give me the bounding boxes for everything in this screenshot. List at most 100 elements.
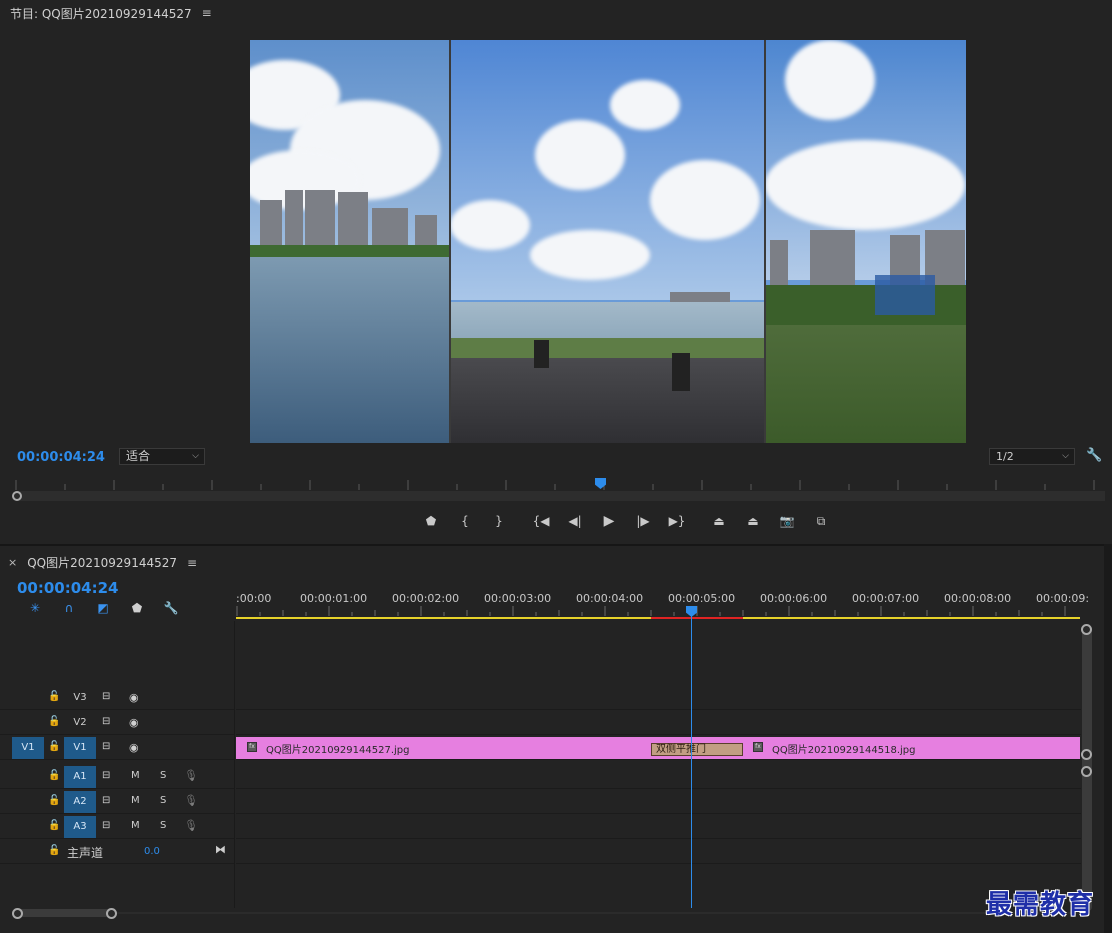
playback-resolution-select[interactable]: 1/2 ⌵ <box>989 448 1075 465</box>
timeline-playhead-timecode[interactable]: 00:00:04:24 <box>17 579 119 597</box>
go-to-out-icon[interactable]: ▶} <box>660 514 694 528</box>
mark-out-icon[interactable]: } <box>482 514 516 528</box>
program-monitor: 节目: QQ图片20210929144527 ≡ 00:00:04:24 适合 … <box>0 0 1112 541</box>
snap-magnet-icon[interactable]: ∩ <box>52 601 86 615</box>
video-panel-left <box>250 40 450 443</box>
wrench-icon[interactable]: 🔧 <box>154 601 188 615</box>
mute-button[interactable]: M <box>131 820 140 831</box>
monitor-time-ruler[interactable] <box>10 476 1105 490</box>
eye-icon[interactable]: ◉ <box>129 716 139 729</box>
transition-clip[interactable]: 双侧平推门 <box>651 743 743 756</box>
scroll-handle-mid[interactable] <box>1081 749 1092 760</box>
track-header-a1[interactable]: 🔓 A1 ⊟ M S 🎙 <box>0 765 234 789</box>
scroll-handle-top[interactable] <box>1081 624 1092 635</box>
hscroll-handle-left[interactable] <box>12 908 23 919</box>
fit-zoom-value: 适合 <box>126 449 151 463</box>
clip-name: QQ图片20210929144527.jpg <box>266 745 410 756</box>
track-name[interactable]: V2 <box>64 712 96 734</box>
compare-icon[interactable]: ⧉ <box>804 514 838 529</box>
wrench-icon[interactable]: 🔧 <box>1086 448 1102 463</box>
close-icon[interactable]: × <box>8 556 17 569</box>
track-header-a3[interactable]: 🔓 A3 ⊟ M S 🎙 <box>0 815 234 839</box>
scroll-handle-lower[interactable] <box>1081 766 1092 777</box>
sync-lock-icon[interactable]: ⊟ <box>102 691 110 702</box>
track-headers: 🔓 V3 ⊟ ◉ 🔓 V2 ⊟ ◉ V1 🔓 V1 ⊟ ◉ 🔓 A1 ⊟ M S… <box>0 621 235 908</box>
solo-button[interactable]: S <box>160 820 166 831</box>
microphone-icon[interactable]: 🎙 <box>184 794 198 807</box>
track-lane-a3[interactable] <box>236 815 1081 839</box>
track-lane-v1[interactable]: fx QQ图片20210929144527.jpg fx QQ图片2021092… <box>236 736 1081 760</box>
timeline-time-ruler[interactable]: :00:00 00:00:01:00 00:00:02:00 00:00:03:… <box>236 586 1089 621</box>
track-header-v3[interactable]: 🔓 V3 ⊟ ◉ <box>0 686 234 710</box>
fx-badge-icon: fx <box>753 742 763 752</box>
timeline-tab[interactable]: × QQ图片20210929144527 ≡ <box>8 554 197 571</box>
video-panel-middle <box>450 40 765 443</box>
lock-icon[interactable]: 🔓 <box>48 820 60 831</box>
track-name[interactable]: V1 <box>64 737 96 759</box>
master-track-label: 主声道 <box>67 846 104 860</box>
horizontal-scroll-track[interactable] <box>112 912 1082 914</box>
track-lane-v2[interactable] <box>236 711 1081 735</box>
step-back-icon[interactable]: ◀| <box>558 514 592 528</box>
go-to-edit-point-icon[interactable]: ⧓ <box>215 843 226 856</box>
eye-icon[interactable]: ◉ <box>129 741 139 754</box>
transport-controls: ⬟ { } {◀ ◀| ▶ |▶ ▶} ⏏ ⏏ 📷 ⧉ <box>414 510 838 532</box>
go-to-in-icon[interactable]: {◀ <box>524 514 558 528</box>
monitor-header: 节目: QQ图片20210929144527 ≡ <box>0 0 1112 26</box>
hscroll-handle-right[interactable] <box>106 908 117 919</box>
track-lane-v3[interactable] <box>236 686 1081 710</box>
sync-lock-icon[interactable]: ⊟ <box>102 820 110 831</box>
monitor-zoom-bar[interactable] <box>16 491 1105 501</box>
solo-button[interactable]: S <box>160 770 166 781</box>
mute-button[interactable]: M <box>131 770 140 781</box>
marker-icon[interactable]: ⬟ <box>414 514 448 528</box>
lift-icon[interactable]: ⏏ <box>702 514 736 528</box>
track-header-a2[interactable]: 🔓 A2 ⊟ M S 🎙 <box>0 790 234 814</box>
export-frame-icon[interactable]: 📷 <box>770 514 804 528</box>
track-name[interactable]: A2 <box>64 791 96 813</box>
fit-zoom-select[interactable]: 适合 ⌵ <box>119 448 205 465</box>
sync-lock-icon[interactable]: ⊟ <box>102 741 110 752</box>
sync-lock-icon[interactable]: ⊟ <box>102 770 110 781</box>
sync-lock-icon[interactable]: ⊟ <box>102 716 110 727</box>
source-patch-v1[interactable]: V1 <box>12 737 44 759</box>
lock-icon[interactable]: 🔓 <box>48 716 60 727</box>
microphone-icon[interactable]: 🎙 <box>184 819 198 832</box>
solo-button[interactable]: S <box>160 795 166 806</box>
play-icon[interactable]: ▶ <box>592 513 626 529</box>
lock-icon[interactable]: 🔓 <box>48 691 60 702</box>
hamburger-icon[interactable]: ≡ <box>187 556 197 570</box>
track-name[interactable]: A3 <box>64 816 96 838</box>
timeline-tools: ✳ ∩ ◩ ⬟ 🔧 <box>18 601 188 615</box>
mute-button[interactable]: M <box>131 795 140 806</box>
track-header-master[interactable]: 🔓 主声道 0.0 ⧓ <box>0 840 234 864</box>
lock-icon[interactable]: 🔓 <box>48 845 60 856</box>
track-header-v2[interactable]: 🔓 V2 ⊟ ◉ <box>0 711 234 735</box>
add-marker-icon[interactable]: ⬟ <box>120 601 154 615</box>
extract-icon[interactable]: ⏏ <box>736 514 770 528</box>
hamburger-icon[interactable]: ≡ <box>202 6 212 20</box>
track-name[interactable]: V3 <box>64 687 96 709</box>
horizontal-scrollbar[interactable] <box>16 909 112 917</box>
track-lane-master[interactable] <box>236 840 1081 864</box>
lock-icon[interactable]: 🔓 <box>48 770 60 781</box>
lock-icon[interactable]: 🔓 <box>48 741 60 752</box>
step-forward-icon[interactable]: |▶ <box>626 514 660 528</box>
timeline-tab-title: QQ图片20210929144527 <box>27 556 177 570</box>
track-name[interactable]: A1 <box>64 766 96 788</box>
master-volume-value[interactable]: 0.0 <box>144 846 160 857</box>
monitor-zoom-handle[interactable] <box>12 491 22 501</box>
clip-block[interactable]: fx QQ图片20210929144527.jpg fx QQ图片2021092… <box>236 737 1080 759</box>
nest-sequence-icon[interactable]: ✳ <box>18 601 52 615</box>
lock-icon[interactable]: 🔓 <box>48 795 60 806</box>
mark-in-icon[interactable]: { <box>448 514 482 528</box>
linked-selection-icon[interactable]: ◩ <box>86 601 120 615</box>
program-video-frame[interactable] <box>250 40 966 443</box>
sync-lock-icon[interactable]: ⊟ <box>102 795 110 806</box>
eye-icon[interactable]: ◉ <box>129 691 139 704</box>
monitor-playhead-timecode[interactable]: 00:00:04:24 <box>17 450 105 465</box>
microphone-icon[interactable]: 🎙 <box>184 769 198 782</box>
track-lane-a1[interactable] <box>236 765 1081 789</box>
track-header-v1[interactable]: V1 🔓 V1 ⊟ ◉ <box>0 736 234 760</box>
track-lane-a2[interactable] <box>236 790 1081 814</box>
